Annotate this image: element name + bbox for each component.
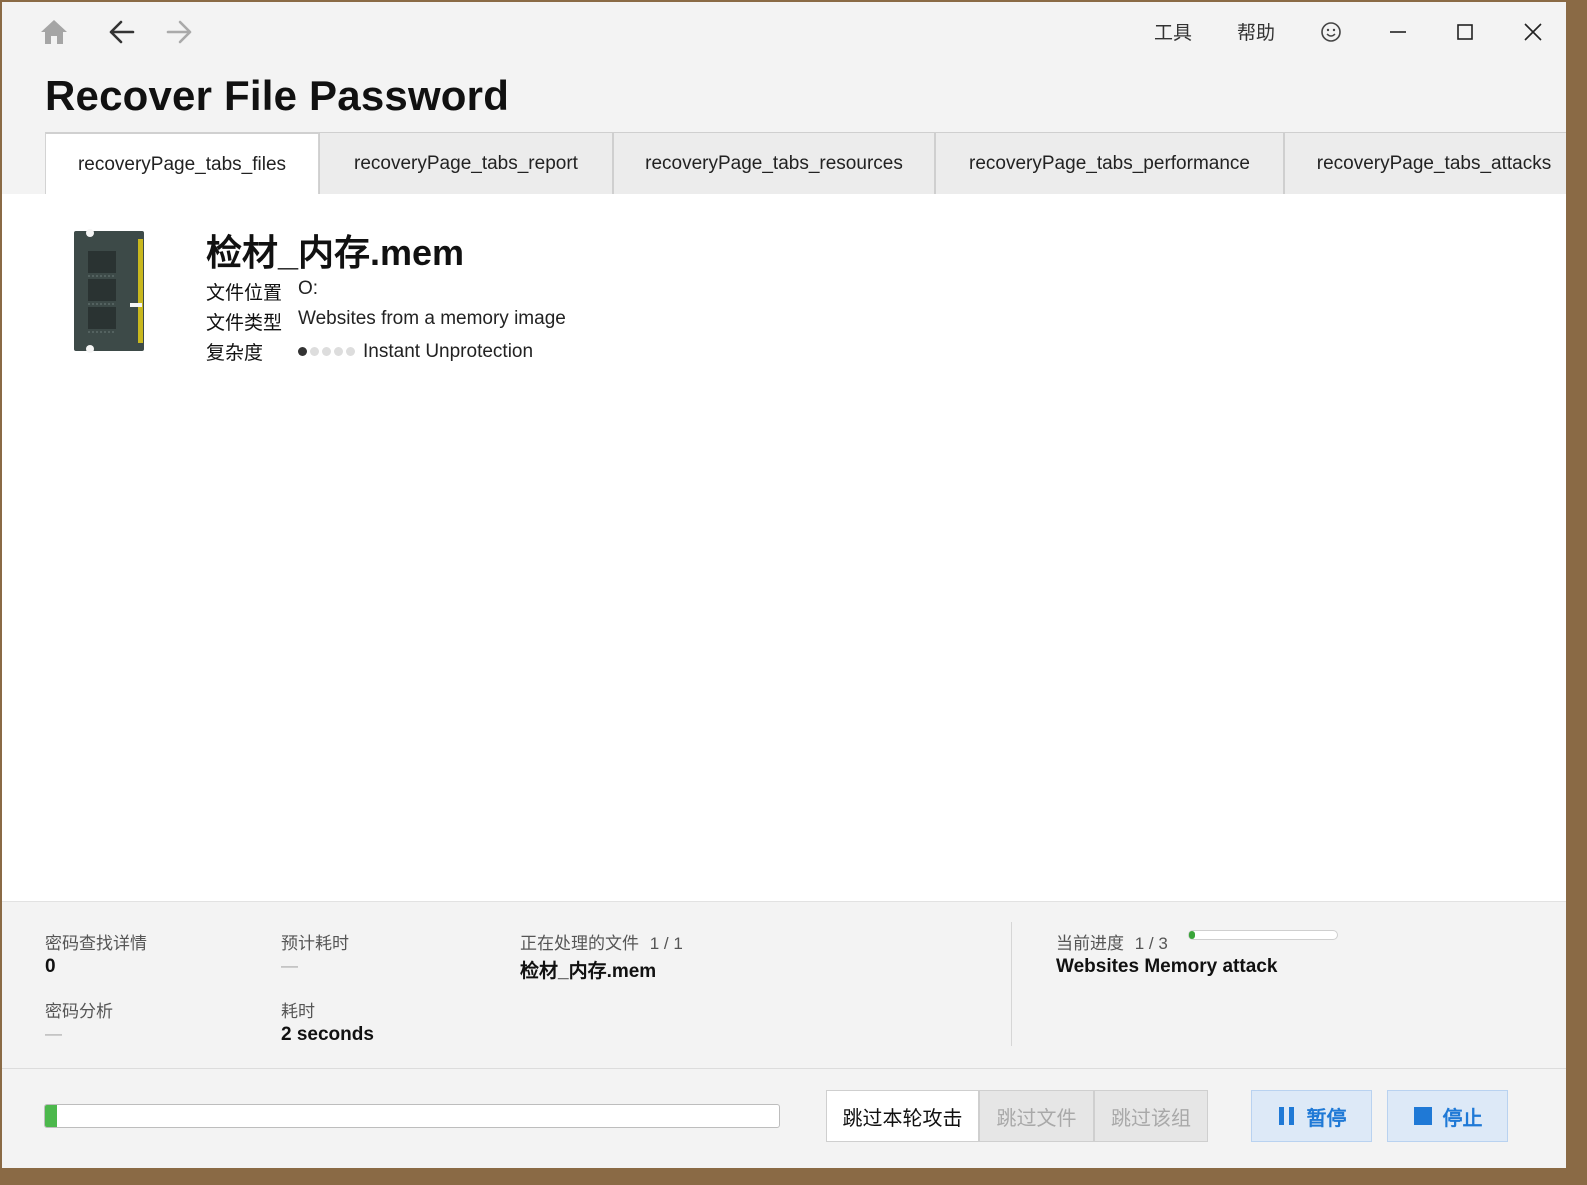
complexity-value: Instant Unprotection: [363, 340, 534, 362]
stats-divider: [1011, 922, 1012, 1046]
complexity-dot: [298, 347, 307, 356]
tab-report[interactable]: recoveryPage_tabs_report: [319, 132, 613, 194]
file-location-row: 文件位置 O:: [206, 278, 318, 305]
pause-icon: [1278, 1107, 1294, 1125]
stats-panel: 密码查找详情 0 预计耗时 — 正在处理的文件 1 / 1 检材_内存.mem …: [2, 901, 1566, 1069]
processing-label-row: 正在处理的文件 1 / 1: [520, 929, 683, 954]
processing-label: 正在处理的文件: [520, 934, 639, 953]
title-bar: 工具 帮助: [2, 2, 1566, 60]
complexity-dot: [322, 347, 331, 356]
forward-button[interactable]: [158, 10, 202, 54]
back-button[interactable]: [99, 10, 143, 54]
arrow-left-icon: [109, 20, 135, 44]
footer-controls: 跳过本轮攻击 跳过文件 跳过该组 暂停 停止: [2, 1068, 1566, 1168]
menu-tools[interactable]: 工具: [1154, 18, 1192, 45]
stop-label: 停止: [1442, 1107, 1483, 1130]
minimize-icon: [1390, 31, 1406, 33]
tab-performance[interactable]: recoveryPage_tabs_performance: [935, 132, 1284, 194]
close-icon: [1524, 23, 1542, 41]
analysis-value: —: [45, 1024, 62, 1043]
file-type-label: 文件类型: [206, 313, 283, 334]
file-panel: 检材_内存.mem 文件位置 O: 文件类型 Websites from a m…: [2, 194, 1566, 901]
complexity-dot: [334, 347, 343, 356]
complexity-value-wrap: Instant Unprotection: [298, 338, 533, 365]
memory-module-icon: [74, 229, 144, 353]
attack-progress-fill: [1189, 931, 1195, 939]
minimize-button[interactable]: [1376, 10, 1420, 54]
progress-label: 当前进度: [1056, 934, 1124, 953]
stop-button[interactable]: 停止: [1387, 1090, 1508, 1142]
complexity-dot: [346, 347, 355, 356]
tab-resources[interactable]: recoveryPage_tabs_resources: [613, 132, 935, 194]
feedback-button[interactable]: [1309, 10, 1353, 54]
close-button[interactable]: [1511, 10, 1555, 54]
complexity-row: 复杂度 Instant Unprotection: [206, 338, 533, 365]
skip-file-button[interactable]: 跳过文件: [979, 1090, 1094, 1142]
complexity-dot: [310, 347, 319, 356]
pause-button[interactable]: 暂停: [1251, 1090, 1372, 1142]
maximize-icon: [1457, 24, 1473, 40]
attack-name: Websites Memory attack: [1056, 956, 1278, 977]
overall-progress-fill: [45, 1105, 58, 1127]
overall-progress-bar: [44, 1104, 780, 1128]
tab-attacks[interactable]: recoveryPage_tabs_attacks: [1284, 132, 1566, 194]
elapsed-value: 2 seconds: [281, 1024, 374, 1045]
file-location-value: O:: [298, 278, 319, 299]
tab-files[interactable]: recoveryPage_tabs_files: [45, 132, 319, 196]
eta-label: 预计耗时: [281, 934, 349, 953]
complexity-rating: [298, 347, 355, 356]
skip-attack-button[interactable]: 跳过本轮攻击: [826, 1090, 979, 1142]
pause-label: 暂停: [1306, 1107, 1347, 1130]
maximize-button[interactable]: [1443, 10, 1487, 54]
attack-progress-bar: [1188, 930, 1338, 940]
menu-help[interactable]: 帮助: [1237, 18, 1275, 45]
progress-count: 1 / 3: [1134, 934, 1168, 953]
eta-value: —: [281, 956, 298, 975]
file-location-label: 文件位置: [206, 283, 283, 304]
file-type-row: 文件类型 Websites from a memory image: [206, 308, 566, 335]
analysis-label: 密码分析: [45, 1002, 113, 1021]
elapsed-label: 耗时: [281, 1002, 315, 1021]
home-button[interactable]: [32, 10, 76, 54]
progress-label-row: 当前进度 1 / 3: [1056, 929, 1168, 954]
smiley-icon: [1321, 22, 1341, 42]
processing-count: 1 / 1: [649, 934, 683, 953]
found-value: 0: [45, 956, 56, 977]
app-window: 工具 帮助 Recover File Password recoveryPage…: [2, 2, 1566, 1168]
complexity-label: 复杂度: [206, 343, 264, 364]
tab-bar: recoveryPage_tabs_files recoveryPage_tab…: [2, 132, 1566, 196]
skip-group-button[interactable]: 跳过该组: [1094, 1090, 1208, 1142]
page-title: Recover File Password: [45, 72, 510, 119]
stop-icon: [1413, 1107, 1432, 1125]
home-icon: [41, 20, 67, 44]
found-label: 密码查找详情: [45, 934, 147, 953]
file-name: 检材_内存.mem: [206, 232, 465, 273]
processing-file: 检材_内存.mem: [520, 961, 657, 982]
arrow-right-icon: [166, 20, 192, 44]
file-type-value: Websites from a memory image: [298, 308, 566, 329]
